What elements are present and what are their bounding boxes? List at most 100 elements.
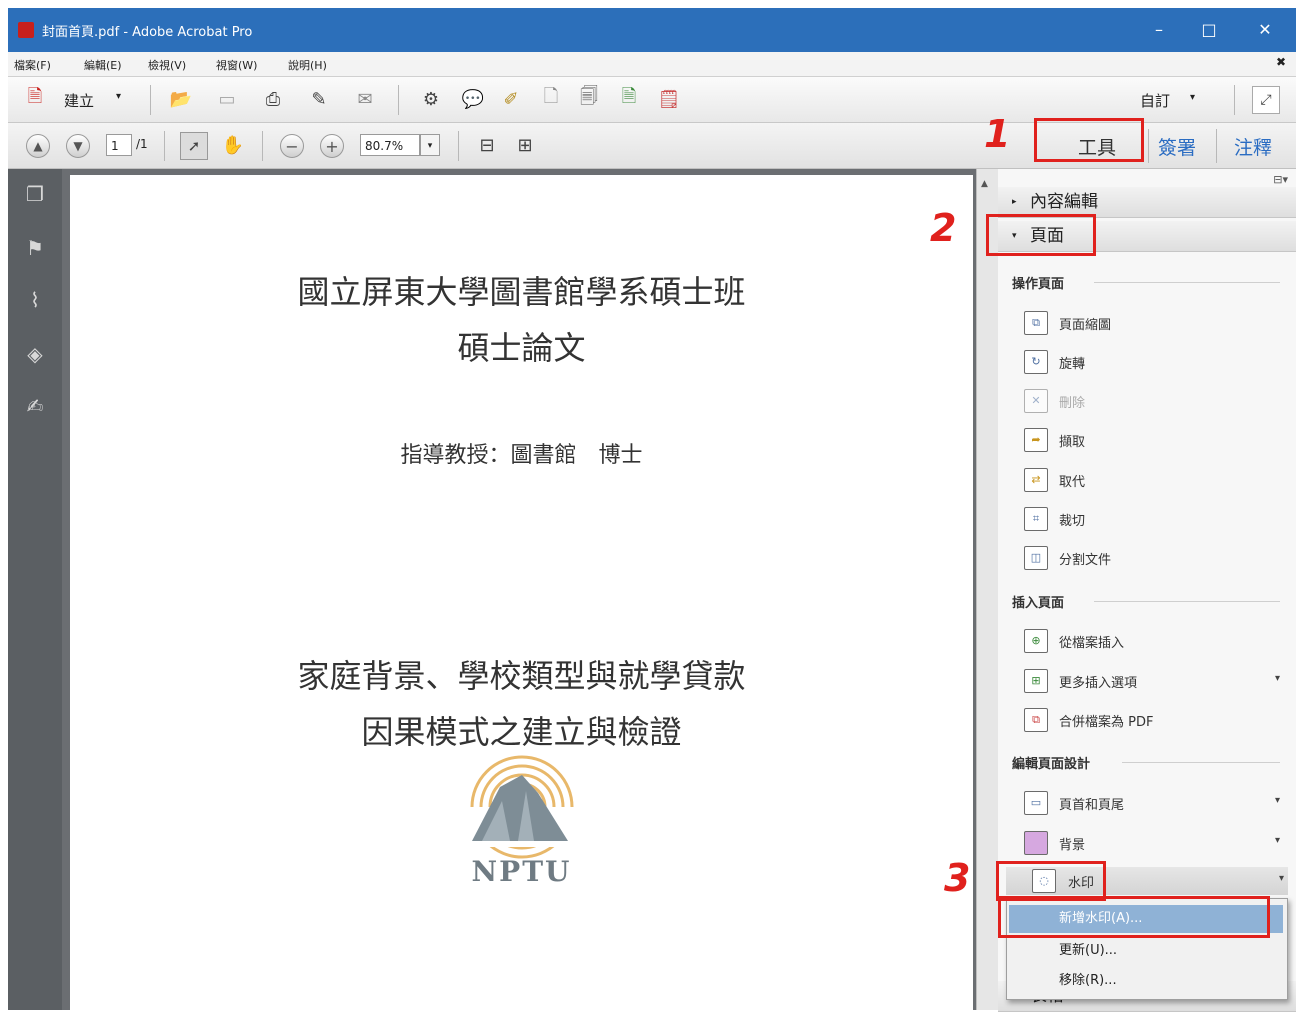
crop-tool[interactable]: ⌗ 裁切 [1024,505,1284,533]
header-footer-tool[interactable]: ▭ 頁首和頁尾 ▾ [1024,789,1284,817]
page-thumbnails-tool[interactable]: ⧉ 頁面縮圖 [1024,309,1284,337]
annotation-box-tools [1034,118,1144,162]
tool-label: 分割文件 [1059,553,1112,568]
background-tool[interactable]: 背景 ▾ [1024,829,1284,857]
annotation-box-watermark [996,861,1106,901]
menu-window[interactable]: 視窗(W) [216,57,257,73]
print-icon[interactable]: ⎙ [260,86,286,112]
comment-bubble-icon[interactable]: 💬 [460,86,486,112]
window-title: 封面首頁.pdf - Adobe Acrobat Pro [42,25,253,40]
chevron-down-icon[interactable]: ▾ [1279,873,1284,884]
insert-from-file-tool[interactable]: ⊕ 從檔案插入 [1024,627,1284,655]
menu-bar: 檔案(F) 編輯(E) 檢視(V) 視窗(W) 說明(H) ✖ [8,52,1296,77]
document-search-icon[interactable]: 🗐 [576,86,602,112]
rotate-tool[interactable]: ↻ 旋轉 [1024,348,1284,376]
previous-page-icon[interactable]: ▲ [26,134,50,158]
signature-icon[interactable]: ✍ [22,393,48,419]
create-button-label[interactable]: 建立 [64,90,94,111]
select-cursor-icon[interactable]: ➚ [180,132,208,160]
menu-edit[interactable]: 編輯(E) [84,57,122,73]
combine-files-tool[interactable]: ⧉ 合併檔案為 PDF [1024,706,1284,734]
save-icon[interactable]: ▭ [214,86,240,112]
delete-icon: ✕ [1024,389,1048,413]
rotate-icon: ↻ [1024,350,1048,374]
document-edit-icon[interactable]: 🗒 [656,86,682,112]
replace-tool[interactable]: ⇄ 取代 [1024,466,1284,494]
zoom-level-field[interactable]: 80.7% [360,134,420,156]
bookmark-icon[interactable]: ⚑ [22,235,48,261]
menu-remove-watermark[interactable]: 移除(R)... [1009,967,1283,995]
crop-icon: ⌗ [1024,507,1048,531]
minimize-button[interactable]: – [1144,18,1174,42]
layers-icon[interactable]: ◈ [22,341,48,367]
chevron-down-icon[interactable]: ▾ [1190,92,1195,103]
menu-update-watermark[interactable]: 更新(U)... [1009,937,1283,965]
close-document-icon[interactable]: ✖ [1276,55,1286,69]
annotation-step-2: 2 [930,206,957,250]
chevron-down-icon[interactable]: ▾ [1275,795,1280,806]
split-document-icon: ◫ [1024,546,1048,570]
fit-width-icon[interactable]: ⊞ [512,132,538,158]
logo-text: NPTU [471,855,572,888]
thesis-title-line1: 家庭背景、學校類型與就學貸款 [297,657,746,695]
tool-label: 頁首和頁尾 [1059,798,1125,813]
maximize-button[interactable]: □ [1194,18,1224,42]
panel-options-icon[interactable]: ⊟▾ [1273,173,1288,186]
advisor-line: 指導教授：圖書館 博士 [400,443,643,468]
tool-label: 更多插入選項 [1059,676,1138,691]
header-footer-icon: ▭ [1024,791,1048,815]
page-thumbnails-icon[interactable]: ❐ [22,181,48,207]
edit-document-icon[interactable]: ✎ [306,86,332,112]
highlight-icon[interactable]: ✐ [498,86,524,112]
email-icon[interactable]: ✉ [352,86,378,112]
thesis-type: 碩士論文 [457,329,586,367]
zoom-out-icon[interactable]: − [280,134,304,158]
university-department: 國立屏東大學圖書館學系碩士班 [297,273,746,311]
group-insert-pages: 插入頁面 [1012,596,1065,611]
tool-label: 頁面縮圖 [1059,318,1112,333]
group-divider [1122,762,1280,763]
menu-file[interactable]: 檔案(F) [14,57,51,73]
tool-label: 旋轉 [1059,357,1086,372]
page-number-input[interactable]: 1 [106,134,132,156]
split-document-tool[interactable]: ◫ 分割文件 [1024,544,1284,572]
tab-sign[interactable]: 簽署 [1158,133,1196,160]
toolbar-divider [1234,85,1235,115]
document-icon[interactable]: 🗋 [538,86,564,112]
tab-divider [1216,129,1217,163]
more-insert-icon: ⊞ [1024,669,1048,693]
delete-tool[interactable]: ✕ 刪除 [1024,387,1284,415]
tool-label: 合併檔案為 PDF [1059,715,1154,730]
toolbar-divider [262,131,263,161]
combine-files-icon: ⧉ [1024,708,1048,732]
scroll-up-icon[interactable]: ▲ [981,179,988,189]
chevron-down-icon[interactable]: ▾ [116,91,121,102]
group-divider [1094,282,1280,283]
tab-comment[interactable]: 注釋 [1234,133,1272,160]
menu-help[interactable]: 說明(H) [288,57,327,73]
replace-icon: ⇄ [1024,468,1048,492]
extract-icon: ➦ [1024,428,1048,452]
background-icon [1024,831,1048,855]
fit-page-icon[interactable]: ⊟ [474,132,500,158]
customize-label[interactable]: 自訂 [1140,90,1170,111]
hand-tool-icon[interactable]: ✋ [220,132,246,158]
fullscreen-expand-icon[interactable]: ⤢ [1252,86,1280,114]
pdf-page: 國立屏東大學圖書館學系碩士班 碩士論文 指導教授：圖書館 博士 家庭背景、學校類… [70,175,973,1010]
open-folder-icon[interactable]: 📂 [168,86,194,112]
more-insert-options-tool[interactable]: ⊞ 更多插入選項 ▾ [1024,667,1284,695]
chevron-down-icon[interactable]: ▾ [1275,673,1280,684]
menu-view[interactable]: 檢視(V) [148,57,186,73]
next-page-icon[interactable]: ▼ [66,134,90,158]
close-window-button[interactable]: ✕ [1250,18,1280,42]
settings-gear-icon[interactable]: ⚙ [418,86,444,112]
attachment-paperclip-icon[interactable]: ⌇ [22,287,48,313]
create-pdf-icon[interactable]: 🗎 [22,86,48,112]
extract-tool[interactable]: ➦ 擷取 [1024,426,1284,454]
document-export-icon[interactable]: 🗎 [616,86,642,112]
zoom-dropdown-icon[interactable]: ▾ [420,134,440,156]
page-thumbnails-icon: ⧉ [1024,311,1048,335]
chevron-down-icon[interactable]: ▾ [1275,835,1280,846]
zoom-in-icon[interactable]: + [320,134,344,158]
tool-label: 從檔案插入 [1059,636,1125,651]
